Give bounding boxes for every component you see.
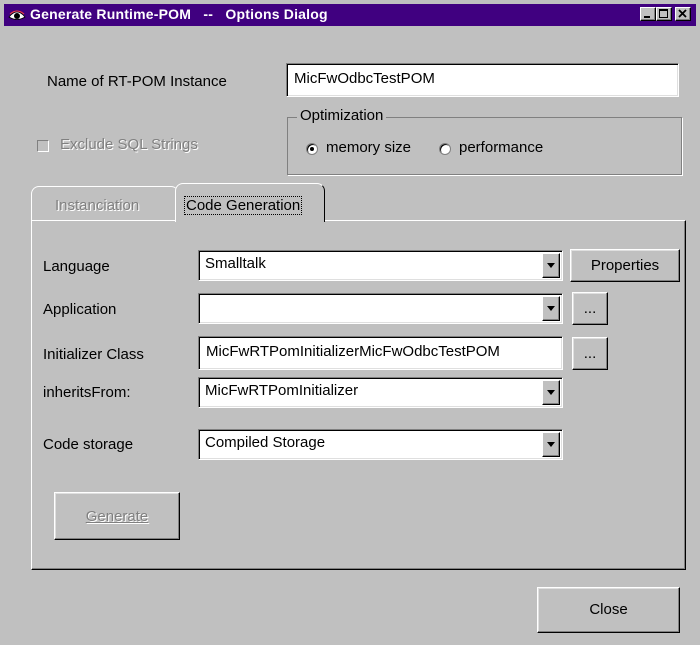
memory-size-radio[interactable] xyxy=(306,143,318,155)
initializer-class-label: Initializer Class xyxy=(43,346,144,363)
code-storage-label: Code storage xyxy=(43,436,134,453)
title-bar[interactable]: Generate Runtime-POM -- Options Dialog xyxy=(4,4,696,26)
close-window-button[interactable] xyxy=(675,7,691,21)
chevron-down-icon[interactable] xyxy=(542,253,560,278)
performance-label: performance xyxy=(459,139,544,156)
instance-name-label: Name of RT-POM Instance xyxy=(47,73,227,90)
initializer-browse-label: ... xyxy=(583,345,597,362)
maximize-button[interactable] xyxy=(656,7,672,21)
initializer-class-input[interactable]: MicFwRTPomInitializerMicFwOdbcTestPOM xyxy=(198,336,563,370)
generate-button-label: Generate xyxy=(85,508,149,525)
close-button[interactable]: Close xyxy=(537,587,680,633)
minimize-button[interactable] xyxy=(640,7,656,21)
application-browse-label: ... xyxy=(583,300,597,317)
performance-radio[interactable] xyxy=(439,143,451,155)
language-value: Smalltalk xyxy=(205,255,266,272)
exclude-sql-label: Exclude SQL Strings xyxy=(60,136,198,153)
inherits-from-label: inheritsFrom: xyxy=(43,384,131,401)
memory-size-label: memory size xyxy=(326,139,412,156)
language-label: Language xyxy=(43,258,110,275)
application-select[interactable] xyxy=(198,293,563,324)
tab-instanciation-label: Instanciation xyxy=(55,197,140,214)
options-dialog: Generate Runtime-POM -- Options Dialog N… xyxy=(0,0,700,645)
close-icon xyxy=(678,9,687,18)
minimize-icon xyxy=(644,16,650,18)
eye-icon xyxy=(8,7,26,23)
optimization-legend: Optimization xyxy=(297,107,387,124)
maximize-icon xyxy=(659,9,668,18)
properties-button-label: Properties xyxy=(590,257,660,274)
close-button-label: Close xyxy=(589,601,628,618)
code-storage-value: Compiled Storage xyxy=(205,434,326,451)
inherits-from-value: MicFwRTPomInitializer xyxy=(205,382,359,399)
tab-code-generation-label: Code Generation xyxy=(184,196,303,215)
inherits-from-select[interactable]: MicFwRTPomInitializer xyxy=(198,377,563,408)
language-select[interactable]: Smalltalk xyxy=(198,250,563,281)
chevron-down-icon[interactable] xyxy=(542,296,560,321)
tab-code-generation[interactable]: Code Generation xyxy=(175,183,325,222)
generate-button[interactable]: Generate xyxy=(54,492,180,540)
properties-button[interactable]: Properties xyxy=(570,249,680,282)
chevron-down-icon[interactable] xyxy=(542,432,560,457)
window-title: Generate Runtime-POM -- Options Dialog xyxy=(30,6,328,22)
code-storage-select[interactable]: Compiled Storage xyxy=(198,429,563,460)
chevron-down-icon[interactable] xyxy=(542,380,560,405)
initializer-browse-button[interactable]: ... xyxy=(572,337,608,370)
exclude-sql-checkbox[interactable] xyxy=(37,140,49,152)
tab-instanciation[interactable]: Instanciation xyxy=(31,186,179,220)
application-browse-button[interactable]: ... xyxy=(572,292,608,325)
instance-name-input[interactable]: MicFwOdbcTestPOM xyxy=(286,63,679,97)
application-label: Application xyxy=(43,301,117,318)
